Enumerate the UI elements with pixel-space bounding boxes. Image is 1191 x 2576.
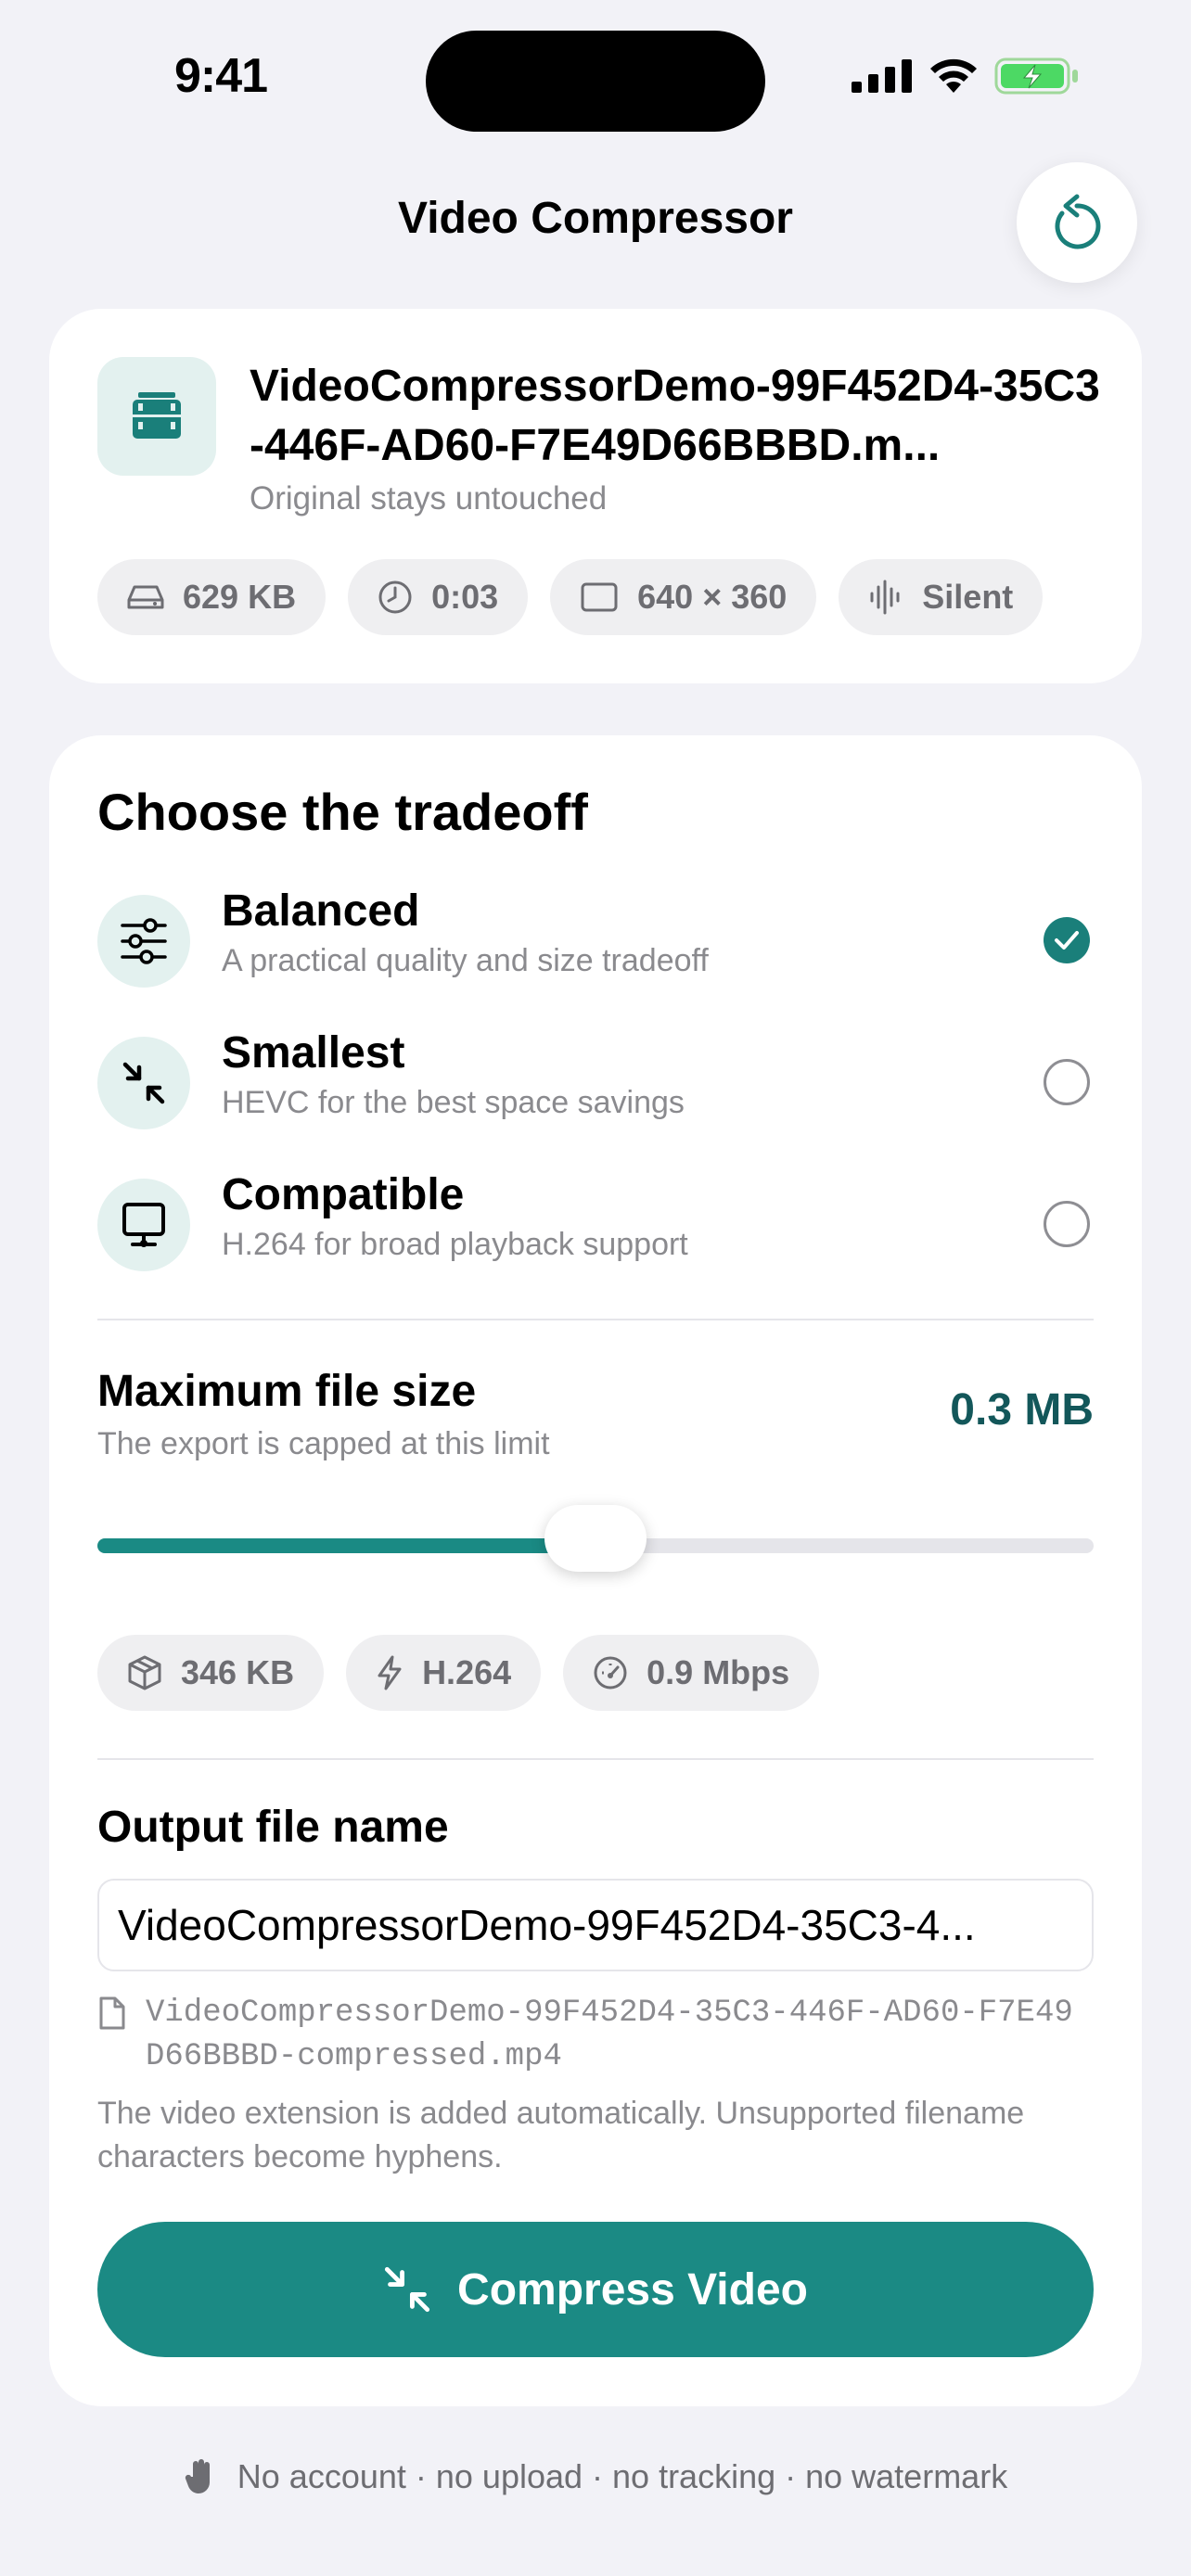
bitrate-value: 0.9 Mbps	[647, 1653, 790, 1691]
status-time: 9:41	[174, 49, 268, 103]
option-compatible-radio[interactable]	[1044, 1201, 1090, 1247]
option-compatible[interactable]: Compatible H.264 for broad playback supp…	[97, 1169, 1094, 1281]
clock-icon	[378, 580, 412, 614]
reset-button[interactable]	[1017, 162, 1137, 283]
max-size-desc: The export is capped at this limit	[97, 1426, 550, 1461]
battery-charging-icon	[994, 57, 1078, 95]
compress-arrows-icon	[384, 2266, 430, 2313]
resolution-chip: 640 × 360	[550, 559, 817, 635]
option-smallest-radio[interactable]	[1044, 1059, 1090, 1105]
estimated-size-value: 346 KB	[181, 1653, 295, 1691]
sliders-icon	[97, 895, 190, 988]
option-smallest-desc: HEVC for the best space savings	[222, 1085, 685, 1120]
divider	[97, 1319, 1094, 1320]
box-icon	[128, 1655, 161, 1690]
duration-value: 0:03	[431, 578, 499, 616]
waveform-icon	[870, 580, 900, 615]
duration-chip: 0:03	[348, 559, 529, 635]
audio-value: Silent	[922, 578, 1014, 616]
checkmark-icon	[1055, 931, 1079, 950]
status-bar: 9:41	[0, 0, 1191, 139]
frame-icon	[581, 582, 618, 612]
dynamic-island	[426, 31, 765, 132]
file-name: VideoCompressorDemo-99F452D4-35C3-446F-A…	[250, 362, 1100, 470]
divider	[97, 1758, 1094, 1760]
file-card: VideoCompressorDemo-99F452D4-35C3-446F-A…	[49, 309, 1142, 683]
codec-value: H.264	[422, 1653, 512, 1691]
option-compatible-desc: H.264 for broad playback support	[222, 1227, 688, 1262]
option-balanced-desc: A practical quality and size tradeoff	[222, 943, 709, 978]
page-title: Video Compressor	[398, 194, 793, 243]
compress-arrows-icon	[97, 1037, 190, 1129]
document-icon	[99, 1996, 125, 2030]
drive-icon	[127, 585, 164, 609]
reset-icon	[1055, 194, 1101, 249]
output-preview-filename: VideoCompressorDemo-99F452D4-35C3-446F-A…	[146, 1996, 1073, 2074]
slider-thumb[interactable]	[544, 1505, 647, 1572]
max-size-slider[interactable]	[97, 1505, 1094, 1572]
max-size-value: 0.3 MB	[950, 1385, 1094, 1435]
tradeoff-title: Choose the tradeoff	[97, 783, 588, 841]
slider-fill	[97, 1538, 596, 1553]
compress-video-button[interactable]: Compress Video	[97, 2222, 1094, 2357]
option-balanced[interactable]: Balanced A practical quality and size tr…	[97, 886, 1094, 997]
estimated-size-chip: 346 KB	[97, 1635, 325, 1711]
hand-icon	[185, 2459, 210, 2493]
video-file-icon	[97, 357, 216, 476]
output-name-input[interactable]: VideoCompressorDemo-99F452D4-35C3-4...	[97, 1879, 1094, 1971]
bolt-icon	[378, 1655, 402, 1690]
option-smallest-title: Smallest	[222, 1028, 405, 1078]
option-smallest[interactable]: Smallest HEVC for the best space savings	[97, 1027, 1094, 1139]
option-compatible-title: Compatible	[222, 1170, 465, 1219]
estimate-chips: 346 KB H.264 0.9 Mbps	[97, 1635, 820, 1711]
wifi-icon	[930, 58, 977, 93]
audio-chip: Silent	[839, 559, 1044, 635]
privacy-text: No account · no upload · no tracking · n…	[237, 2457, 1008, 2495]
privacy-footer: No account · no upload · no tracking · n…	[0, 2457, 1191, 2496]
file-size-value: 629 KB	[183, 578, 297, 616]
file-info-chips: 629 KB 0:03 640 × 360 Silent	[97, 559, 1044, 635]
file-subtitle: Original stays untouched	[250, 480, 608, 516]
options-card: Choose the tradeoff Balanced A practical…	[49, 735, 1142, 2406]
file-size-chip: 629 KB	[97, 559, 327, 635]
option-balanced-title: Balanced	[222, 886, 420, 936]
max-size-title: Maximum file size	[97, 1367, 477, 1416]
status-icons	[852, 57, 1080, 95]
bitrate-chip: 0.9 Mbps	[563, 1635, 820, 1711]
codec-chip: H.264	[346, 1635, 542, 1711]
cellular-signal-icon	[852, 59, 912, 93]
gauge-icon	[594, 1656, 627, 1690]
option-balanced-radio[interactable]	[1044, 917, 1090, 963]
resolution-value: 640 × 360	[637, 578, 788, 616]
output-hint: The video extension is added automatical…	[97, 2096, 1025, 2174]
monitor-icon	[97, 1179, 190, 1271]
output-name-title: Output file name	[97, 1803, 449, 1852]
compress-video-label: Compress Video	[457, 2264, 808, 2315]
output-preview: VideoCompressorDemo-99F452D4-35C3-446F-A…	[97, 1992, 1094, 2079]
